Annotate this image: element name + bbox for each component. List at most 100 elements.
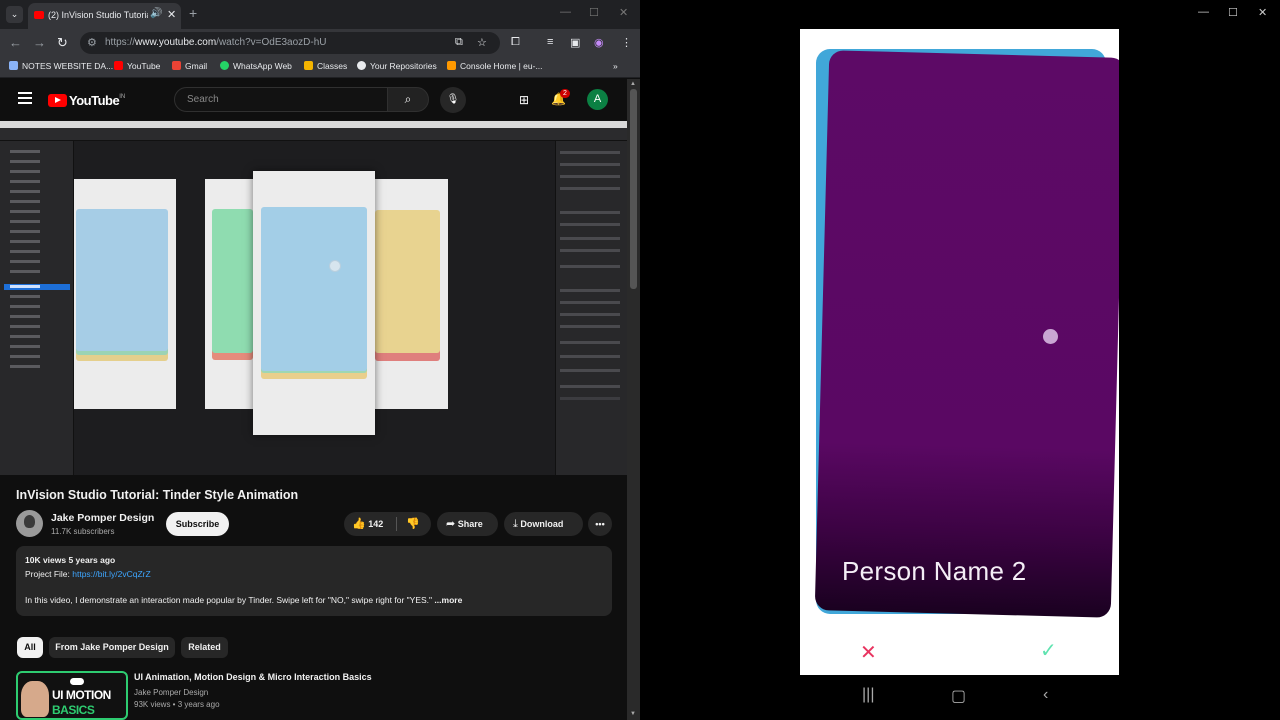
tab-strip: ⌄ (2) InVision Studio Tutorial: Tinder S… <box>0 0 640 29</box>
maximize-icon[interactable]: ☐ <box>589 6 599 19</box>
tab-title: (2) InVision Studio Tutorial: Tinder Sty… <box>48 10 148 20</box>
bookmark-notes[interactable]: NOTES WEBSITE DA... <box>9 61 113 71</box>
download-button[interactable]: ⤓ Download <box>504 512 583 536</box>
more-bookmarks-icon[interactable]: » <box>613 61 618 71</box>
check-icon: ✓ <box>1040 640 1057 662</box>
description-box[interactable]: 10K views 5 years ago Project File: http… <box>16 546 612 616</box>
extensions-icon[interactable]: ⧠ <box>511 36 520 49</box>
scrollbar-thumb[interactable] <box>630 89 637 289</box>
forward-icon[interactable]: → <box>33 35 46 50</box>
chip-from-channel[interactable]: From Jake Pomper Design <box>49 637 175 658</box>
channel-avatar[interactable] <box>16 510 43 537</box>
bookmark-classes[interactable]: Classes <box>304 61 347 71</box>
video-artboard-1 <box>74 179 176 409</box>
youtube-logo[interactable]: YouTubeIN <box>48 92 125 110</box>
tab-search-button[interactable]: ⌄ <box>6 6 23 23</box>
video-frame-toolbar <box>0 128 627 141</box>
chip-all[interactable]: All <box>17 637 43 658</box>
page-scrollbar[interactable]: ▲ ▼ <box>627 79 640 720</box>
create-video-icon[interactable]: ⊞ <box>519 93 529 107</box>
account-avatar[interactable]: A <box>587 89 608 110</box>
like-dislike-group: 👍 142 👎 <box>344 512 431 536</box>
toggle-graphic <box>70 678 84 685</box>
video-artboard-3 <box>375 179 448 409</box>
related-video-channel[interactable]: Jake Pomper Design <box>134 688 208 697</box>
reload-icon[interactable]: ↻ <box>57 35 68 51</box>
scroll-down-icon[interactable]: ▼ <box>630 711 636 717</box>
bookmark-gmail[interactable]: Gmail <box>172 61 207 71</box>
tab-close-icon[interactable]: ✕ <box>167 8 176 21</box>
active-tab[interactable]: (2) InVision Studio Tutorial: Tinder Sty… <box>28 3 181 29</box>
channel-name[interactable]: Jake Pomper Design <box>51 512 154 524</box>
android-nav-bar: ||| ▢ ‹ <box>800 675 1119 720</box>
bookmark-youtube[interactable]: YouTube <box>114 61 160 71</box>
search-input[interactable]: Search <box>174 87 388 112</box>
description-text: In this video, I demonstrate an interact… <box>25 595 463 605</box>
minimize-icon[interactable]: — <box>560 6 571 18</box>
accept-button[interactable]: ✓ <box>1040 638 1057 663</box>
browser-window: ⌄ (2) InVision Studio Tutorial: Tinder S… <box>0 0 640 720</box>
bookmark-star-icon[interactable]: ☆ <box>477 36 487 49</box>
project-file-link[interactable]: https://bit.ly/2vCqZrZ <box>72 569 150 579</box>
subscribe-button[interactable]: Subscribe <box>166 512 229 536</box>
touch-indicator <box>1043 329 1058 344</box>
bookmark-whatsapp[interactable]: WhatsApp Web <box>220 61 292 71</box>
close-window-icon[interactable]: ✕ <box>619 6 628 19</box>
profile-extension-icon[interactable]: ◉ <box>594 36 604 49</box>
related-video-title[interactable]: UI Animation, Motion Design & Micro Inte… <box>134 672 372 682</box>
url-text: https://www.youtube.com/watch?v=OdE3aozD… <box>105 37 327 48</box>
more-actions-button[interactable]: ••• <box>588 512 612 536</box>
close-window-icon[interactable]: ✕ <box>1258 6 1267 19</box>
search-button[interactable]: ⌕ <box>387 87 429 112</box>
speaker-icon[interactable]: 🔊 <box>150 8 162 19</box>
show-more-link[interactable]: ...more <box>434 595 462 605</box>
side-panel-icon[interactable]: ▣ <box>570 36 580 49</box>
views-date: 10K views 5 years ago <box>25 555 116 565</box>
menu-icon[interactable] <box>18 92 32 107</box>
site-info-icon[interactable]: ⚙ <box>87 36 97 49</box>
dislike-button[interactable]: 👎 <box>406 512 420 536</box>
close-icon: ✕ <box>860 642 877 664</box>
subscriber-count: 11.7K subscribers <box>51 527 115 536</box>
like-button[interactable]: 👍 142 <box>352 512 383 536</box>
bookmark-console[interactable]: Console Home | eu-... <box>447 61 543 71</box>
video-title: InVision Studio Tutorial: Tinder Style A… <box>16 488 299 502</box>
thumbnail-text-2: BASICS <box>52 703 95 717</box>
project-file-line: Project File: https://bit.ly/2vCqZrZ <box>25 569 151 579</box>
video-artboard-2 <box>205 179 253 409</box>
chip-related[interactable]: Related <box>181 637 228 658</box>
back-icon[interactable]: ← <box>9 35 22 50</box>
browser-toolbar: ← → ↻ ⚙ https://www.youtube.com/watch?v=… <box>0 29 640 57</box>
swipe-card[interactable] <box>814 50 1119 618</box>
more-horiz-icon: ••• <box>595 519 605 529</box>
open-in-app-icon[interactable]: ⧉ <box>455 36 463 49</box>
voice-search-icon[interactable]: 🎙 <box>440 87 466 113</box>
notifications-icon[interactable]: 🔔 2 <box>551 89 570 106</box>
related-video-thumbnail[interactable]: UI MOTION BASICS <box>16 671 128 720</box>
bookmark-repositories[interactable]: Your Repositories <box>357 61 437 71</box>
thumbnail-face <box>21 681 49 717</box>
thumbnail-text-1: UI MOTION <box>52 688 111 702</box>
video-frame-menubar <box>0 121 627 128</box>
recent-apps-icon[interactable]: ||| <box>862 686 874 704</box>
browser-menu-icon[interactable]: ⋮ <box>621 36 632 49</box>
share-button[interactable]: ➦ Share <box>437 512 498 536</box>
video-frame-layers-panel <box>0 141 74 475</box>
media-control-icon[interactable]: ≡ <box>547 36 553 48</box>
reject-button[interactable]: ✕ <box>860 640 877 665</box>
video-player[interactable] <box>0 121 627 475</box>
minimize-icon[interactable]: — <box>1198 6 1209 18</box>
video-frame-properties-panel <box>555 141 627 475</box>
scroll-up-icon[interactable]: ▲ <box>630 81 636 87</box>
video-artboard-iphone <box>253 171 375 435</box>
home-icon[interactable]: ▢ <box>951 686 966 706</box>
youtube-play-icon <box>48 94 67 107</box>
download-icon: ⤓ <box>513 518 518 530</box>
video-cursor-dot <box>329 260 341 272</box>
address-bar[interactable]: ⚙ https://www.youtube.com/watch?v=OdE3ao… <box>80 32 500 54</box>
maximize-icon[interactable]: ☐ <box>1228 6 1238 19</box>
back-nav-icon[interactable]: ‹ <box>1043 686 1048 704</box>
new-tab-button[interactable]: + <box>189 5 197 21</box>
bookmarks-bar: NOTES WEBSITE DA... YouTube Gmail WhatsA… <box>0 57 640 78</box>
search-icon: ⌕ <box>404 92 412 106</box>
